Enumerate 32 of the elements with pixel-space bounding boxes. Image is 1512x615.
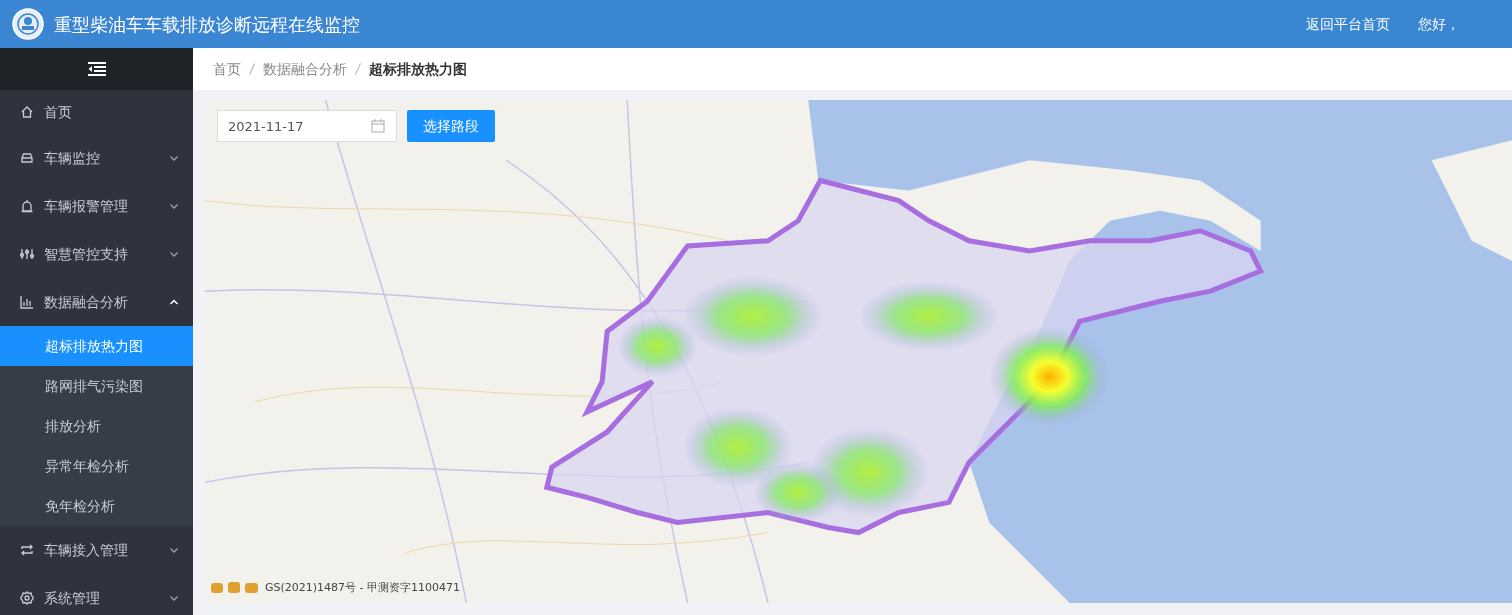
date-field[interactable]: 2021-11-17 bbox=[217, 110, 397, 142]
sidebar-item[interactable]: 车辆接入管理 bbox=[0, 526, 193, 574]
sidebar-item[interactable]: 系统管理 bbox=[0, 574, 193, 615]
settings-icon bbox=[20, 591, 34, 605]
breadcrumb-separator-icon bbox=[249, 63, 255, 75]
map-panel[interactable]: 2021-11-17 选择路段 GS(2021)1487号 - 甲测资字1100471 bbox=[205, 100, 1512, 603]
sidebar-item[interactable]: 数据融合分析 bbox=[0, 278, 193, 326]
submenu-item[interactable]: 路网排气污染图 bbox=[0, 366, 193, 406]
header-link[interactable]: 返回平台首页 bbox=[1306, 16, 1390, 32]
submenu-item[interactable]: 排放分析 bbox=[0, 406, 193, 446]
home-icon bbox=[20, 105, 34, 119]
map-attribution: GS(2021)1487号 - 甲测资字1100471 bbox=[265, 579, 461, 596]
car-icon bbox=[20, 151, 34, 165]
arrows-icon bbox=[20, 543, 34, 557]
app-title: 重型柴油车车载排放诊断远程在线监控 bbox=[54, 12, 360, 37]
alarm-icon bbox=[20, 199, 34, 213]
submenu-item[interactable]: 免年检分析 bbox=[0, 486, 193, 526]
breadcrumb-link[interactable]: 首页 bbox=[213, 58, 241, 80]
breadcrumb-current: 超标排放热力图 bbox=[369, 59, 467, 79]
sidebar-item[interactable]: 首页 bbox=[0, 90, 193, 134]
bar-chart-icon bbox=[20, 295, 34, 309]
submenu-item[interactable]: 异常年检分析 bbox=[0, 446, 193, 486]
breadcrumb-link[interactable]: 数据融合分析 bbox=[263, 58, 347, 80]
breadcrumb-separator-icon bbox=[355, 63, 361, 75]
emblem-icon bbox=[12, 8, 44, 40]
sidebar-item[interactable]: 智慧管控支持 bbox=[0, 230, 193, 278]
sliders-icon bbox=[20, 247, 34, 261]
sidebar-item[interactable]: 车辆报警管理 bbox=[0, 182, 193, 230]
menu-icon[interactable] bbox=[87, 62, 106, 76]
greeting-text: 您好， bbox=[1418, 14, 1460, 34]
sidebar-item[interactable]: 车辆监控 bbox=[0, 134, 193, 182]
calendar-icon bbox=[371, 119, 385, 133]
